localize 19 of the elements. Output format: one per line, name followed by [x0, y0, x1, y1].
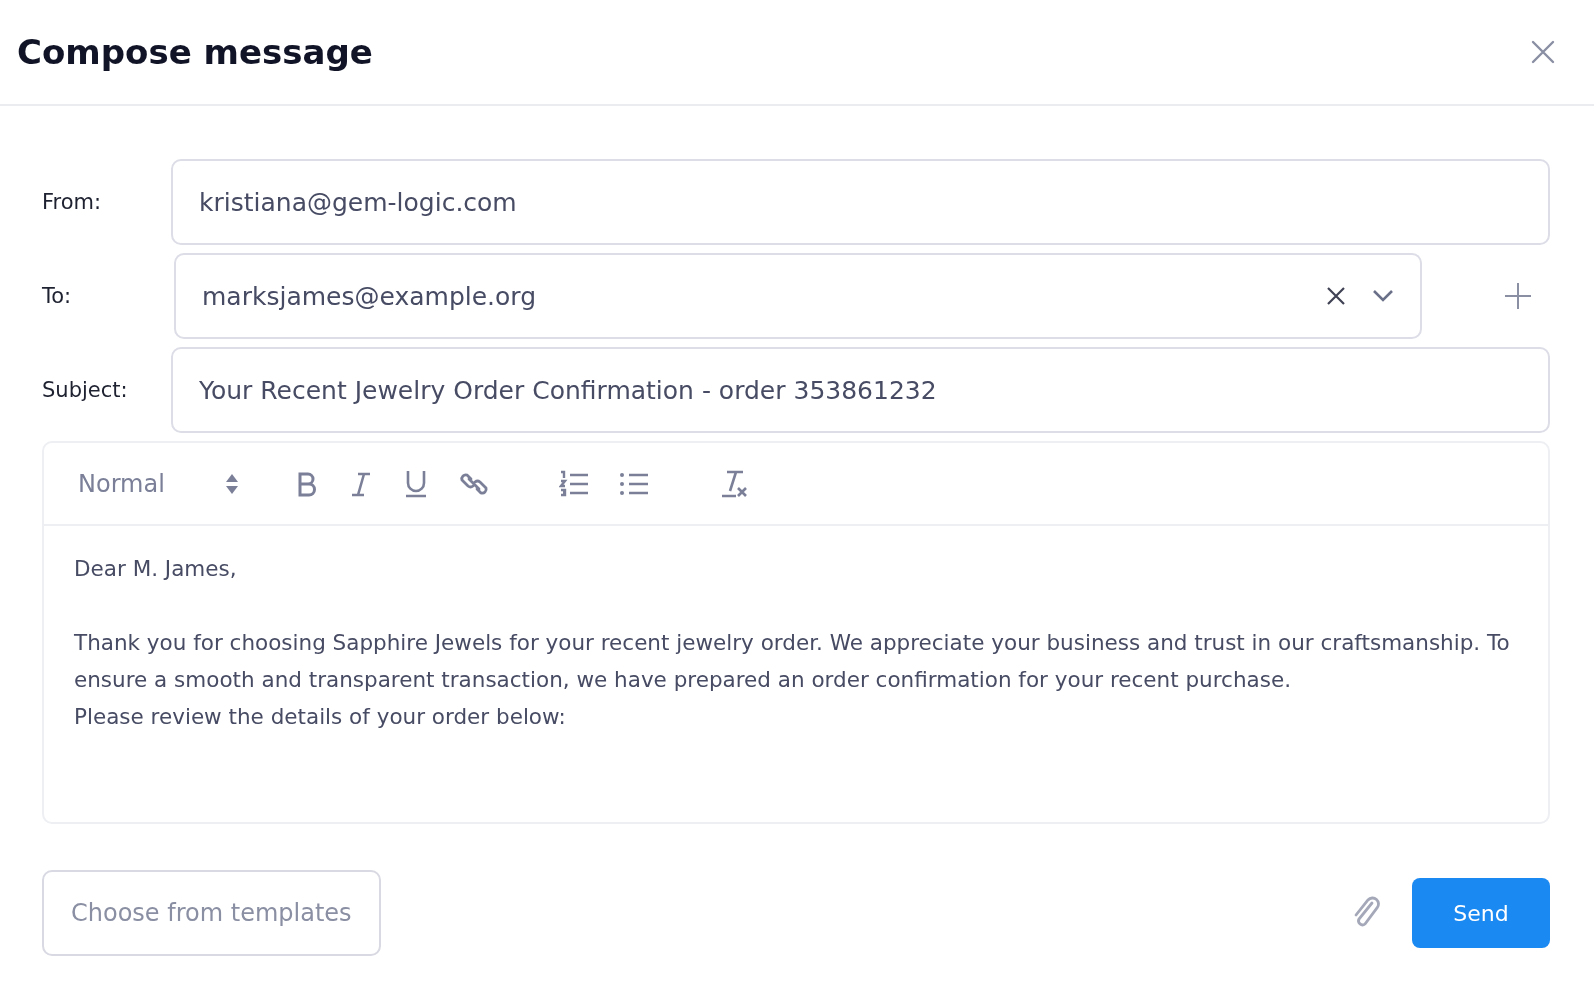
add-recipient-button[interactable] [1504, 282, 1532, 310]
bullet-list-icon[interactable] [618, 470, 649, 497]
from-label: From: [42, 190, 103, 214]
numbered-list-icon[interactable] [558, 469, 589, 498]
to-label: To: [42, 284, 73, 308]
sort-icon [224, 472, 239, 495]
window-title: Compose message [17, 32, 373, 72]
clear-icon[interactable] [1326, 286, 1346, 306]
message-text: Dear M. James, [74, 555, 238, 583]
format-select[interactable]: Normal [78, 469, 239, 498]
subject-label: Subject: [42, 378, 129, 402]
chevron-down-icon[interactable] [1372, 289, 1394, 303]
close-button[interactable] [1530, 39, 1556, 65]
message-text: Please review the details of your order below: [74, 703, 567, 731]
message-text: Thank you for choosing Sapphire Jewels for your recent jewelry order. We appreciate your business and trust in our craftsmanship. To ensure a smooth and transparent transaction, we have prepared an order confirmation for your recent purchase. [74, 629, 1511, 694]
subject-field[interactable]: Your Recent Jewelry Order Confirmation - order 353861232 [171, 347, 1550, 433]
send-button[interactable]: Send [1412, 878, 1550, 948]
from-field[interactable]: kristiana@gem-logic.com [171, 159, 1550, 245]
recipient-select[interactable]: marksjames@example.org [174, 253, 1422, 339]
